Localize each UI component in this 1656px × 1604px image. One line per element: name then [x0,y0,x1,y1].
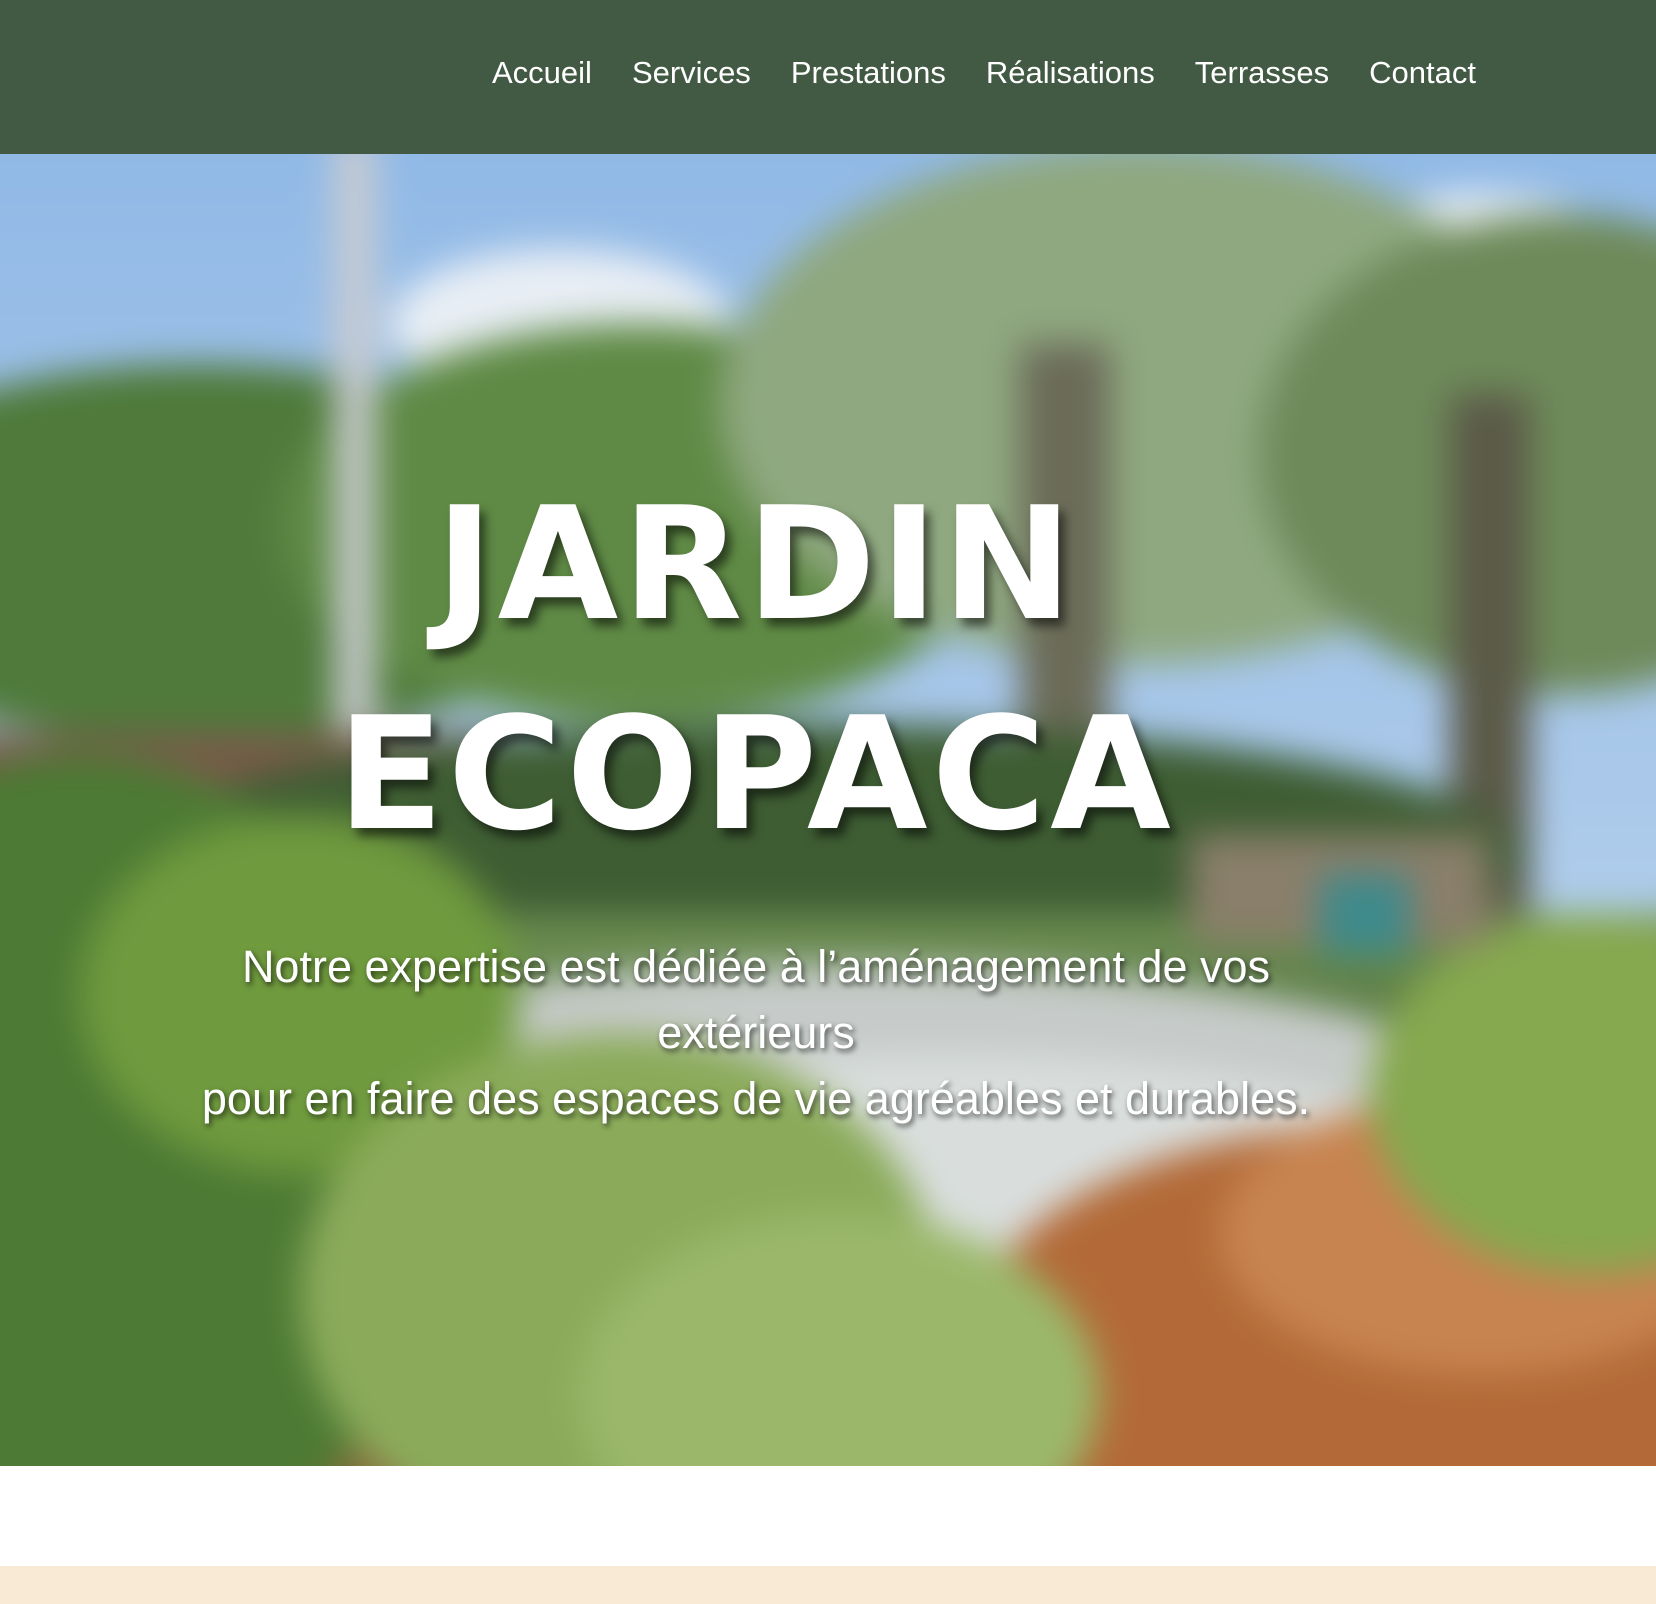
next-section-top [0,1566,1656,1604]
hero-tagline-line-3: pour en faire des espaces de vie agréabl… [201,1073,1311,1124]
hero-tagline: Notre expertise est dédiée à l’aménageme… [120,934,1392,1132]
hero-title-line-2: ECOPACA [337,683,1175,865]
section-spacer [0,1466,1656,1566]
nav-link-realisations[interactable]: Réalisations [986,51,1155,95]
nav-link-services[interactable]: Services [632,51,751,95]
top-navbar: Accueil Services Prestations Réalisation… [0,0,1656,154]
hero-section: JARDIN ECOPACA Notre expertise est dédié… [0,154,1656,1466]
nav-link-terrasses[interactable]: Terrasses [1195,51,1329,95]
main-navigation: Accueil Services Prestations Réalisation… [492,51,1476,95]
nav-link-prestations[interactable]: Prestations [791,51,946,95]
hero-title-line-1: JARDIN [435,473,1077,655]
page: Accueil Services Prestations Réalisation… [0,0,1656,1604]
hero-tagline-line-1: Notre expertise est dédiée à l’aménageme… [241,941,1271,992]
nav-link-contact[interactable]: Contact [1369,51,1476,95]
hero-tagline-line-2: extérieurs [657,1007,855,1058]
nav-link-accueil[interactable]: Accueil [492,51,592,95]
